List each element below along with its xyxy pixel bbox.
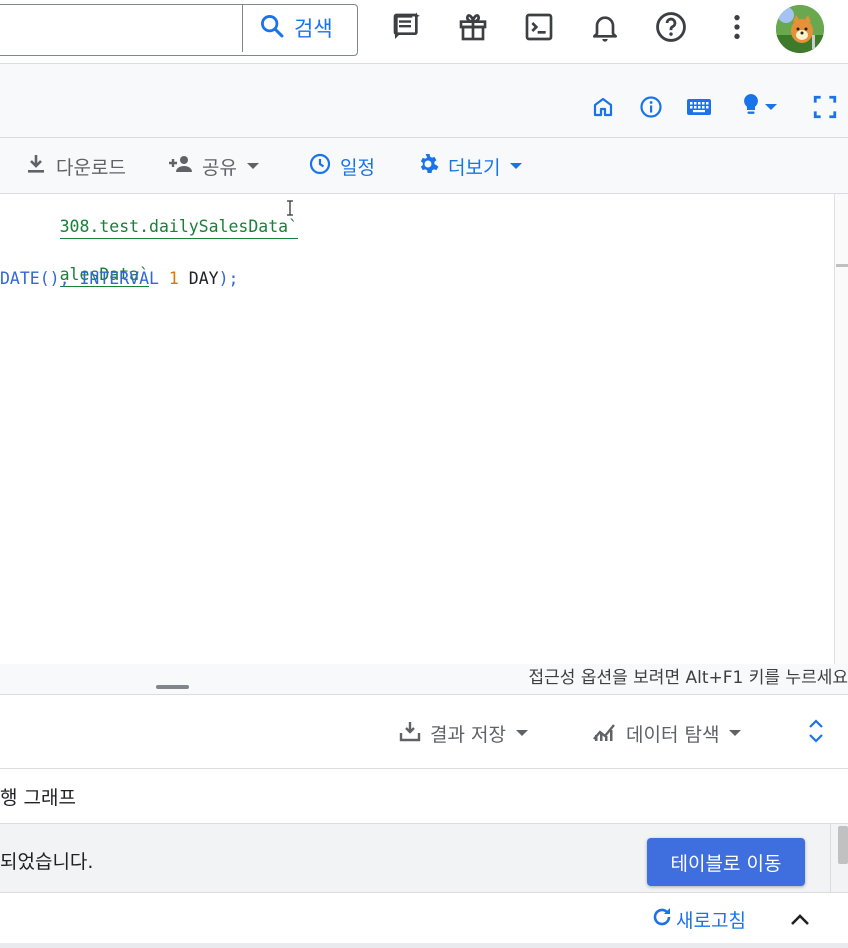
schedule-button[interactable]: 일정 (308, 138, 375, 194)
search-button[interactable]: 검색 (248, 6, 352, 50)
top-bar: 검색 (0, 0, 848, 64)
gift-icon[interactable] (455, 9, 491, 45)
bell-icon[interactable] (587, 9, 623, 45)
bigquery-console: 검색 다운로드 공유 일정 더보기 308.test.dailySalesDat… (0, 0, 848, 948)
explore-data-button[interactable]: 데이터 탐색 (592, 715, 743, 751)
footer-bar: 새로고침 (0, 892, 848, 948)
editor-scrollbar-thumb[interactable] (836, 264, 848, 267)
expand-collapse-button[interactable] (804, 715, 828, 751)
terminal-icon[interactable] (521, 9, 557, 45)
chevron-down-icon (763, 98, 779, 117)
number-literal: 1 (168, 269, 179, 288)
text-cursor-icon (286, 200, 294, 220)
secondary-toolbar (0, 64, 848, 138)
fullscreen-icon[interactable] (810, 92, 840, 122)
unfold-icon (806, 717, 826, 750)
save-results-button[interactable]: 결과 저장 (398, 715, 530, 751)
search-button-label: 검색 (294, 17, 333, 41)
share-label: 공유 (202, 156, 237, 179)
date-unit: DAY (188, 269, 219, 288)
help-icon[interactable] (653, 9, 689, 45)
info-icon[interactable] (636, 92, 666, 122)
save-download-icon (398, 719, 422, 748)
function-name: DATE (0, 269, 40, 288)
save-results-label: 결과 저장 (430, 723, 506, 746)
chevron-down-icon (727, 722, 743, 744)
clock-icon (308, 152, 332, 181)
explore-data-label: 데이터 탐색 (626, 723, 720, 746)
search-icon (258, 12, 286, 45)
resize-handle[interactable] (156, 685, 189, 689)
download-label: 다운로드 (56, 156, 126, 179)
chart-icon (592, 719, 618, 748)
chevron-down-icon (508, 155, 524, 177)
lightbulb-icon (739, 92, 763, 122)
refresh-button[interactable]: 새로고침 (650, 905, 746, 934)
refresh-label: 새로고침 (676, 910, 746, 932)
results-toolbar: 결과 저장 데이터 탐색 (0, 694, 848, 769)
chevron-up-icon[interactable] (786, 905, 814, 933)
keyword-interval: INTERVAL (79, 269, 159, 288)
chevron-down-icon (514, 722, 530, 744)
results-tabs: 행 그래프 (0, 769, 848, 824)
more-label: 더보기 (448, 156, 501, 179)
bottom-divider (0, 943, 848, 948)
table-reference: 308.test.dailySalesData` (59, 217, 299, 239)
statement-end: ); (218, 269, 239, 288)
download-icon (24, 152, 48, 181)
tab-execution-graph[interactable]: 행 그래프 (0, 783, 76, 810)
share-button[interactable]: 공유 (168, 138, 261, 194)
keyboard-icon[interactable] (684, 92, 714, 122)
refresh-icon (650, 905, 674, 934)
gear-icon (416, 152, 440, 181)
editor-action-bar: 다운로드 공유 일정 더보기 (0, 138, 848, 194)
results-notice: 되었습니다. 테이블로 이동 (0, 824, 830, 892)
sql-editor[interactable]: 308.test.dailySalesData` alesData` DATE(… (0, 194, 834, 664)
code-line-4: DATE(), INTERVAL 1 DAY); (0, 269, 238, 288)
more-vert-icon[interactable] (719, 9, 755, 45)
lightbulb-menu[interactable] (734, 92, 784, 122)
feedback-icon[interactable] (389, 9, 425, 45)
person-add-icon (168, 152, 194, 181)
results-scrollbar-thumb[interactable] (838, 826, 848, 864)
goto-table-button[interactable]: 테이블로 이동 (647, 838, 805, 886)
more-button[interactable]: 더보기 (416, 138, 524, 194)
accessibility-hint: 접근성 옵션을 보려면 Alt+F1 키를 누르세요 (0, 664, 848, 694)
search-divider (242, 4, 243, 52)
home-icon[interactable] (588, 92, 618, 122)
avatar[interactable] (776, 5, 824, 53)
schedule-label: 일정 (340, 156, 375, 179)
paren-open: (), (39, 269, 80, 288)
chevron-down-icon (245, 155, 261, 177)
download-button[interactable]: 다운로드 (24, 138, 126, 194)
notice-text: 되었습니다. (0, 851, 94, 873)
